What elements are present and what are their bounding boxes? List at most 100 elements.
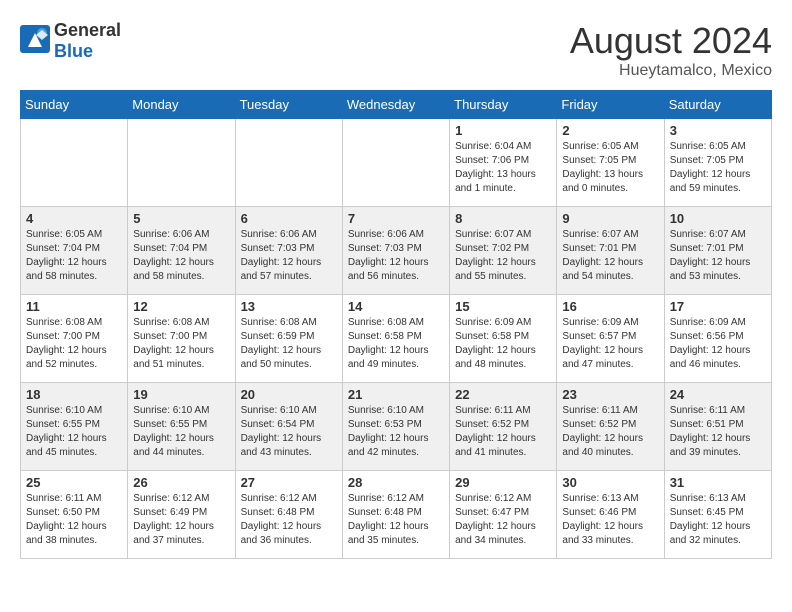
day-number: 7 bbox=[348, 211, 444, 226]
day-number: 25 bbox=[26, 475, 122, 490]
day-info: Sunrise: 6:12 AMSunset: 6:48 PMDaylight:… bbox=[348, 492, 444, 548]
day-info: Sunrise: 6:09 AMSunset: 6:58 PMDaylight:… bbox=[455, 316, 551, 372]
calendar-cell: 16 Sunrise: 6:09 AMSunset: 6:57 PMDayligh… bbox=[557, 295, 664, 383]
day-number: 8 bbox=[455, 211, 551, 226]
day-number: 5 bbox=[133, 211, 229, 226]
calendar-cell: 12 Sunrise: 6:08 AMSunset: 7:00 PMDayligh… bbox=[128, 295, 235, 383]
day-number: 24 bbox=[670, 387, 766, 402]
calendar-week-4: 25 Sunrise: 6:11 AMSunset: 6:50 PMDayligh… bbox=[21, 471, 772, 559]
day-info: Sunrise: 6:12 AMSunset: 6:47 PMDaylight:… bbox=[455, 492, 551, 548]
day-number: 9 bbox=[562, 211, 658, 226]
day-info: Sunrise: 6:07 AMSunset: 7:01 PMDaylight:… bbox=[670, 228, 766, 284]
calendar-cell: 14Sunrise: 6:08 AMSunset: 6:58 PMDayligh… bbox=[342, 295, 449, 383]
calendar-cell: 3 Sunrise: 6:05 AMSunset: 7:05 PMDaylight… bbox=[664, 119, 771, 207]
day-info: Sunrise: 6:10 AMSunset: 6:55 PMDaylight:… bbox=[26, 404, 122, 460]
day-info: Sunrise: 6:11 AMSunset: 6:51 PMDaylight:… bbox=[670, 404, 766, 460]
calendar-cell: 29Sunrise: 6:12 AMSunset: 6:47 PMDayligh… bbox=[450, 471, 557, 559]
calendar-cell: 1Sunrise: 6:04 AMSunset: 7:06 PMDaylight… bbox=[450, 119, 557, 207]
logo-blue: Blue bbox=[54, 41, 93, 61]
day-info: Sunrise: 6:13 AMSunset: 6:45 PMDaylight:… bbox=[670, 492, 766, 548]
calendar-cell bbox=[128, 119, 235, 207]
calendar-cell: 27 Sunrise: 6:12 AMSunset: 6:48 PMDayligh… bbox=[235, 471, 342, 559]
day-number: 21 bbox=[348, 387, 444, 402]
calendar-cell: 9Sunrise: 6:07 AMSunset: 7:01 PMDaylight… bbox=[557, 207, 664, 295]
day-number: 27 bbox=[241, 475, 337, 490]
logo-general: General bbox=[54, 20, 121, 40]
day-number: 18 bbox=[26, 387, 122, 402]
month-year: August 2024 bbox=[570, 20, 772, 62]
day-header-sunday: Sunday bbox=[21, 91, 128, 119]
calendar-cell: 30Sunrise: 6:13 AMSunset: 6:46 PMDayligh… bbox=[557, 471, 664, 559]
calendar-cell bbox=[21, 119, 128, 207]
day-number: 16 bbox=[562, 299, 658, 314]
day-number: 6 bbox=[241, 211, 337, 226]
day-number: 12 bbox=[133, 299, 229, 314]
logo: General Blue bbox=[20, 20, 121, 62]
calendar-cell: 24 Sunrise: 6:11 AMSunset: 6:51 PMDayligh… bbox=[664, 383, 771, 471]
calendar-week-0: 1Sunrise: 6:04 AMSunset: 7:06 PMDaylight… bbox=[21, 119, 772, 207]
day-info: Sunrise: 6:12 AMSunset: 6:48 PMDaylight:… bbox=[241, 492, 337, 548]
day-info: Sunrise: 6:05 AMSunset: 7:05 PMDaylight:… bbox=[562, 140, 658, 196]
day-header-saturday: Saturday bbox=[664, 91, 771, 119]
day-info: Sunrise: 6:10 AMSunset: 6:53 PMDaylight:… bbox=[348, 404, 444, 460]
logo-text: General Blue bbox=[54, 20, 121, 62]
day-header-thursday: Thursday bbox=[450, 91, 557, 119]
day-number: 13 bbox=[241, 299, 337, 314]
calendar-cell: 7 Sunrise: 6:06 AMSunset: 7:03 PMDaylight… bbox=[342, 207, 449, 295]
day-number: 26 bbox=[133, 475, 229, 490]
day-number: 3 bbox=[670, 123, 766, 138]
day-info: Sunrise: 6:05 AMSunset: 7:05 PMDaylight:… bbox=[670, 140, 766, 196]
location: Hueytamalco, Mexico bbox=[570, 62, 772, 80]
calendar-week-3: 18 Sunrise: 6:10 AMSunset: 6:55 PMDayligh… bbox=[21, 383, 772, 471]
day-info: Sunrise: 6:04 AMSunset: 7:06 PMDaylight:… bbox=[455, 140, 551, 196]
day-header-friday: Friday bbox=[557, 91, 664, 119]
day-number: 30 bbox=[562, 475, 658, 490]
day-number: 17 bbox=[670, 299, 766, 314]
day-info: Sunrise: 6:06 AMSunset: 7:04 PMDaylight:… bbox=[133, 228, 229, 284]
day-info: Sunrise: 6:11 AMSunset: 6:50 PMDaylight:… bbox=[26, 492, 122, 548]
day-info: Sunrise: 6:08 AMSunset: 6:59 PMDaylight:… bbox=[241, 316, 337, 372]
day-info: Sunrise: 6:07 AMSunset: 7:02 PMDaylight:… bbox=[455, 228, 551, 284]
day-info: Sunrise: 6:08 AMSunset: 7:00 PMDaylight:… bbox=[133, 316, 229, 372]
calendar-week-2: 11Sunrise: 6:08 AMSunset: 7:00 PMDayligh… bbox=[21, 295, 772, 383]
calendar-cell: 4Sunrise: 6:05 AMSunset: 7:04 PMDaylight… bbox=[21, 207, 128, 295]
calendar-cell: 21 Sunrise: 6:10 AMSunset: 6:53 PMDayligh… bbox=[342, 383, 449, 471]
calendar: SundayMondayTuesdayWednesdayThursdayFrid… bbox=[20, 90, 772, 559]
day-header-wednesday: Wednesday bbox=[342, 91, 449, 119]
day-info: Sunrise: 6:08 AMSunset: 7:00 PMDaylight:… bbox=[26, 316, 122, 372]
calendar-cell: 11Sunrise: 6:08 AMSunset: 7:00 PMDayligh… bbox=[21, 295, 128, 383]
day-info: Sunrise: 6:05 AMSunset: 7:04 PMDaylight:… bbox=[26, 228, 122, 284]
calendar-body: 1Sunrise: 6:04 AMSunset: 7:06 PMDaylight… bbox=[21, 119, 772, 559]
calendar-cell: 15Sunrise: 6:09 AMSunset: 6:58 PMDayligh… bbox=[450, 295, 557, 383]
day-header-monday: Monday bbox=[128, 91, 235, 119]
day-number: 28 bbox=[348, 475, 444, 490]
day-info: Sunrise: 6:06 AMSunset: 7:03 PMDaylight:… bbox=[241, 228, 337, 284]
day-number: 23 bbox=[562, 387, 658, 402]
calendar-cell: 26Sunrise: 6:12 AMSunset: 6:49 PMDayligh… bbox=[128, 471, 235, 559]
calendar-cell: 23Sunrise: 6:11 AMSunset: 6:52 PMDayligh… bbox=[557, 383, 664, 471]
calendar-cell: 19 Sunrise: 6:10 AMSunset: 6:55 PMDayligh… bbox=[128, 383, 235, 471]
day-info: Sunrise: 6:08 AMSunset: 6:58 PMDaylight:… bbox=[348, 316, 444, 372]
day-number: 2 bbox=[562, 123, 658, 138]
calendar-header: SundayMondayTuesdayWednesdayThursdayFrid… bbox=[21, 91, 772, 119]
calendar-cell: 10 Sunrise: 6:07 AMSunset: 7:01 PMDayligh… bbox=[664, 207, 771, 295]
calendar-cell: 18 Sunrise: 6:10 AMSunset: 6:55 PMDayligh… bbox=[21, 383, 128, 471]
calendar-cell: 2 Sunrise: 6:05 AMSunset: 7:05 PMDaylight… bbox=[557, 119, 664, 207]
day-number: 31 bbox=[670, 475, 766, 490]
day-info: Sunrise: 6:11 AMSunset: 6:52 PMDaylight:… bbox=[455, 404, 551, 460]
day-number: 19 bbox=[133, 387, 229, 402]
calendar-cell: 17Sunrise: 6:09 AMSunset: 6:56 PMDayligh… bbox=[664, 295, 771, 383]
day-info: Sunrise: 6:09 AMSunset: 6:57 PMDaylight:… bbox=[562, 316, 658, 372]
day-number: 10 bbox=[670, 211, 766, 226]
calendar-cell: 5 Sunrise: 6:06 AMSunset: 7:04 PMDaylight… bbox=[128, 207, 235, 295]
calendar-cell bbox=[235, 119, 342, 207]
day-info: Sunrise: 6:06 AMSunset: 7:03 PMDaylight:… bbox=[348, 228, 444, 284]
day-number: 22 bbox=[455, 387, 551, 402]
day-info: Sunrise: 6:10 AMSunset: 6:54 PMDaylight:… bbox=[241, 404, 337, 460]
calendar-cell: 6 Sunrise: 6:06 AMSunset: 7:03 PMDaylight… bbox=[235, 207, 342, 295]
calendar-cell: 22 Sunrise: 6:11 AMSunset: 6:52 PMDayligh… bbox=[450, 383, 557, 471]
day-info: Sunrise: 6:10 AMSunset: 6:55 PMDaylight:… bbox=[133, 404, 229, 460]
day-number: 20 bbox=[241, 387, 337, 402]
calendar-cell: 28 Sunrise: 6:12 AMSunset: 6:48 PMDayligh… bbox=[342, 471, 449, 559]
day-header-tuesday: Tuesday bbox=[235, 91, 342, 119]
